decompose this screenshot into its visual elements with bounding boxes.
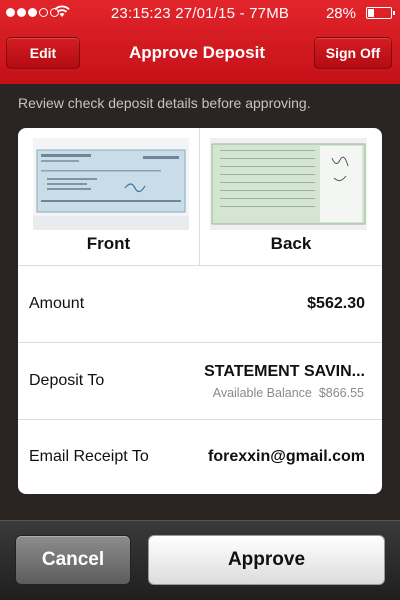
available-balance: Available Balance $866.55	[213, 386, 364, 400]
deposit-account-name: STATEMENT SAVIN...	[204, 363, 365, 380]
check-front-image-cell[interactable]: Front	[18, 128, 200, 266]
instructions-text: Review check deposit details before appr…	[18, 95, 311, 111]
amount-row: Amount $562.30	[18, 266, 382, 343]
sign-off-button[interactable]: Sign Off	[314, 37, 392, 69]
top-bar: 23:15:23 27/01/15 - 77MB 28% Edit Approv…	[0, 0, 400, 84]
deposit-to-row: Deposit To STATEMENT SAVIN... Available …	[18, 343, 382, 420]
email-receipt-value[interactable]: forexxin@gmail.com	[208, 448, 365, 466]
available-balance-value: $866.55	[318, 386, 364, 400]
amount-value: $562.30	[307, 295, 365, 312]
front-label: Front	[86, 234, 131, 253]
amount-label: Amount	[29, 295, 85, 312]
bottom-action-bar: Cancel Approve	[0, 520, 400, 600]
battery-percent: 28%	[325, 5, 356, 22]
approve-button[interactable]: Approve	[148, 535, 385, 585]
check-back-image-cell[interactable]: Back	[200, 128, 382, 266]
back-label: Back	[270, 234, 312, 253]
status-bar: 23:15:23 27/01/15 - 77MB 28%	[0, 0, 400, 26]
battery-icon	[366, 7, 395, 19]
check-back-image[interactable]	[210, 138, 367, 230]
available-balance-label: Available Balance	[212, 386, 312, 400]
email-receipt-label: Email Receipt To	[29, 448, 149, 465]
check-front-image[interactable]	[33, 138, 189, 230]
deposit-details-card: Front Back Amount $562.30 Deposit To STA…	[18, 128, 382, 494]
email-receipt-row[interactable]: Email Receipt To forexxin@gmail.com	[18, 420, 382, 494]
edit-button[interactable]: Edit	[6, 37, 80, 69]
cancel-button[interactable]: Cancel	[15, 535, 131, 585]
check-images: Front Back	[18, 128, 382, 266]
page-title: Approve Deposit	[128, 43, 266, 62]
deposit-to-label: Deposit To	[29, 372, 105, 389]
